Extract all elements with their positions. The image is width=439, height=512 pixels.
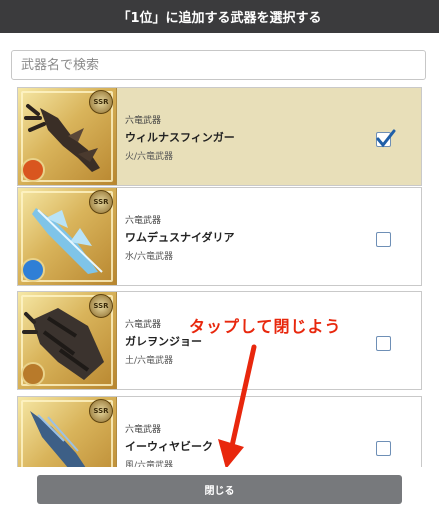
fire-element-icon — [21, 158, 45, 182]
weapon-thumbnail: SSR — [18, 292, 117, 389]
close-button-label: 閉じる — [204, 486, 235, 497]
weapon-type: 風/六竜武器 — [125, 461, 174, 467]
select-checkbox[interactable] — [376, 336, 391, 351]
weapon-name: ワムデュスナイダリア — [125, 231, 235, 244]
weapon-type: 水/六竜武器 — [125, 252, 174, 262]
weapon-thumbnail: SSR — [18, 397, 117, 467]
weapon-type: 土/六竜武器 — [125, 356, 174, 366]
weapon-list-item[interactable]: SSR 六竜武器 ウィルナスフィンガー 火/六竜武器 — [17, 87, 422, 186]
weapon-thumbnail: SSR — [18, 188, 117, 285]
select-checkbox[interactable] — [376, 441, 391, 456]
water-element-icon — [21, 258, 45, 282]
weapon-search-input[interactable] — [11, 50, 426, 80]
close-button[interactable]: 閉じる — [37, 475, 402, 504]
modal-title: 「1位」に追加する武器を選択する — [117, 11, 322, 26]
rarity-badge: SSR — [89, 90, 113, 114]
weapon-name: ウィルナスフィンガー — [125, 131, 235, 144]
weapon-category: 六竜武器 — [125, 216, 162, 226]
modal-title-bar: 「1位」に追加する武器を選択する — [0, 0, 439, 33]
rarity-badge: SSR — [89, 399, 113, 423]
weapon-name: イーウィヤビーク — [125, 440, 213, 453]
rarity-badge: SSR — [89, 294, 113, 318]
weapon-type: 火/六竜武器 — [125, 152, 174, 162]
weapon-list-item[interactable]: SSR 六竜武器 ワムデュスナイダリア 水/六竜武器 — [17, 187, 422, 286]
red-arrow-icon — [218, 344, 257, 469]
checkmark-icon — [376, 129, 396, 148]
select-checkbox[interactable] — [376, 232, 391, 247]
weapon-thumbnail: SSR — [18, 88, 117, 185]
earth-element-icon — [21, 362, 45, 386]
weapon-category: 六竜武器 — [125, 425, 162, 435]
weapon-category: 六竜武器 — [125, 116, 162, 126]
tap-hint-annotation: タップして閉じよう — [189, 317, 342, 336]
weapon-category: 六竜武器 — [125, 320, 162, 330]
select-checkbox-checked[interactable] — [376, 129, 396, 148]
rarity-badge: SSR — [89, 190, 113, 214]
